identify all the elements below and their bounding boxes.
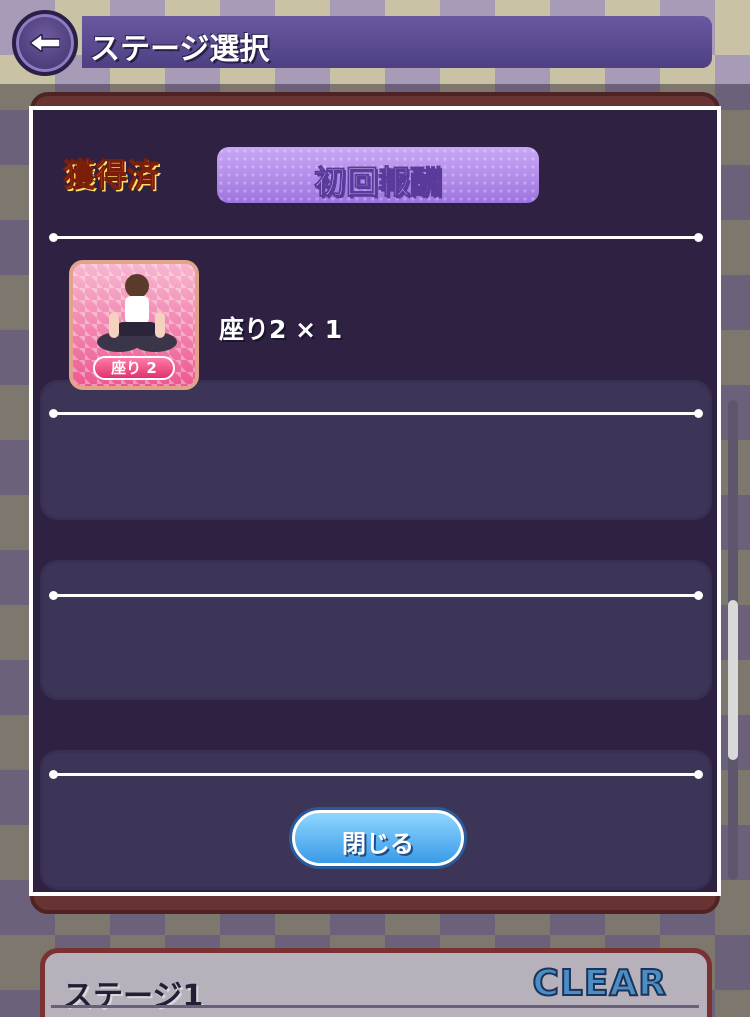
reward-item-badge: 座り 2 bbox=[93, 356, 175, 380]
close-button-label: 閉じる bbox=[342, 830, 414, 858]
first-reward-modal: 獲得済 初回報酬 座り 2 座り2 × 1 閉じる bbox=[29, 106, 721, 896]
acquired-label: 獲得済 bbox=[62, 156, 160, 195]
character-figure-icon bbox=[97, 274, 177, 352]
reward-item: 座り 2 座り2 × 1 bbox=[69, 260, 669, 390]
top-bar: ステージ選択 bbox=[0, 0, 750, 84]
divider bbox=[49, 233, 703, 242]
reward-item-thumbnail: 座り 2 bbox=[69, 260, 199, 390]
reward-item-text: 座り2 × 1 bbox=[219, 315, 343, 344]
modal-title: 初回報酬 bbox=[313, 163, 442, 202]
modal-title-pill: 初回報酬 bbox=[217, 147, 539, 203]
page-title-bar: ステージ選択 bbox=[82, 16, 712, 68]
divider bbox=[49, 591, 703, 600]
divider bbox=[49, 770, 703, 779]
close-button[interactable]: 閉じる bbox=[292, 810, 464, 866]
back-button[interactable] bbox=[12, 10, 78, 76]
divider bbox=[49, 409, 703, 418]
page-title: ステージ選択 bbox=[90, 32, 270, 67]
back-arrow-icon bbox=[30, 34, 60, 52]
